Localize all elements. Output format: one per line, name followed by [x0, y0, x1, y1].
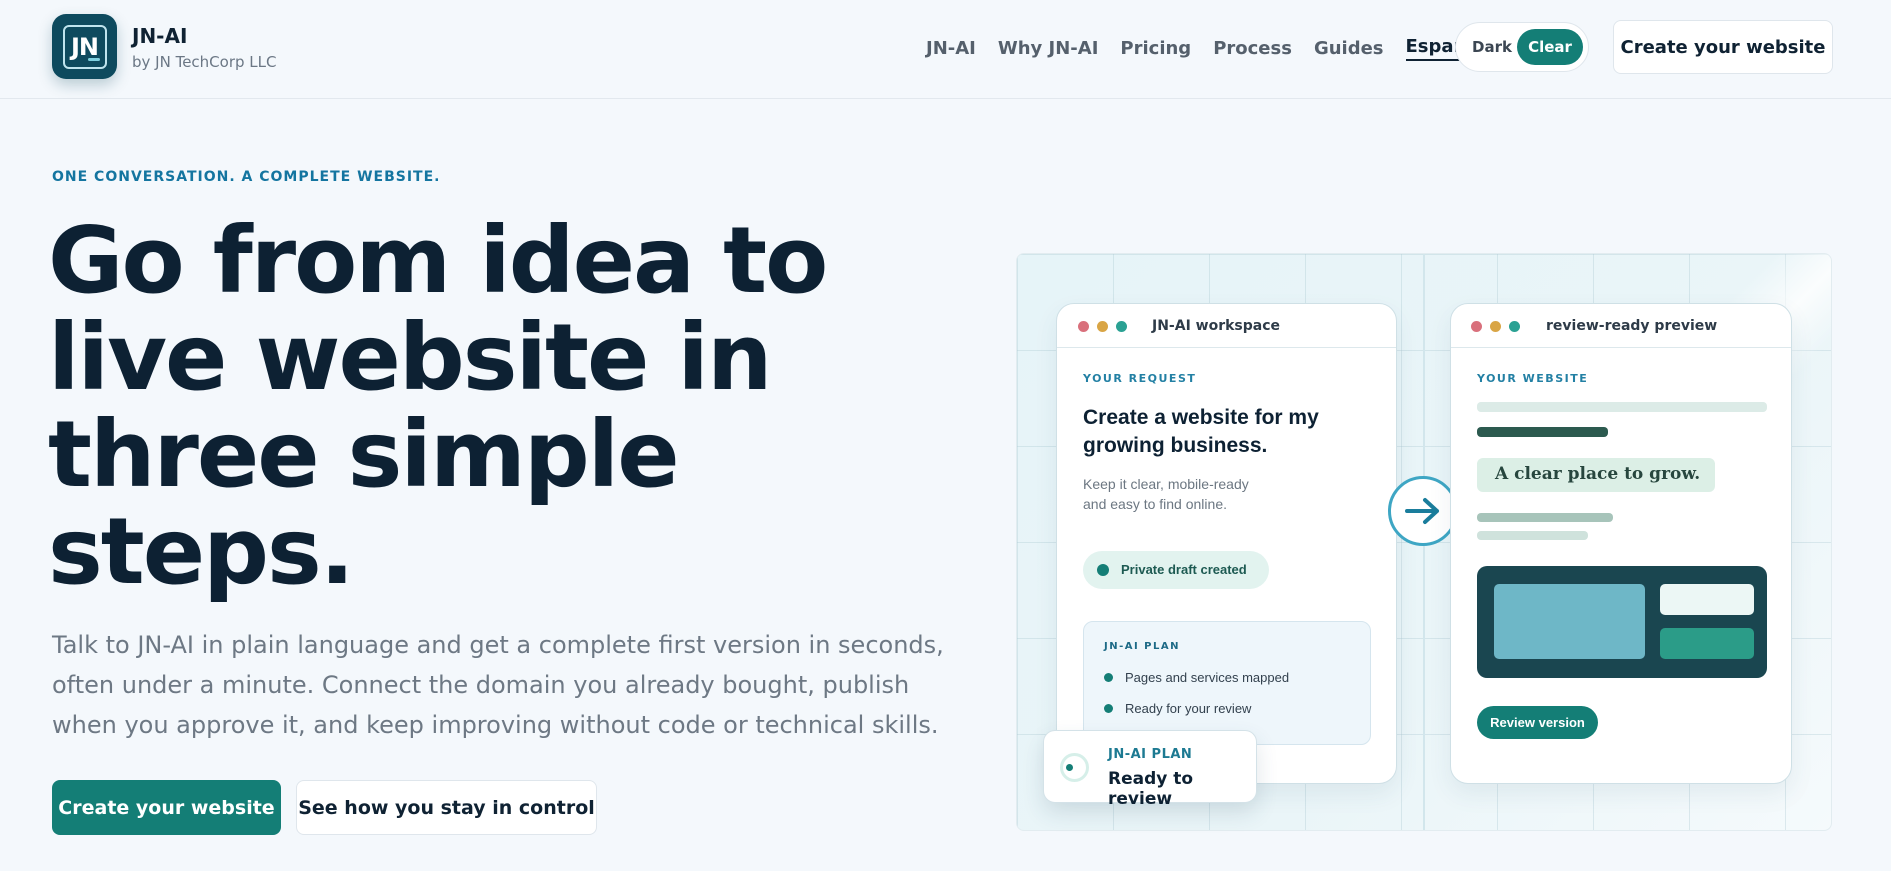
preview-line [1477, 531, 1588, 540]
brand-name[interactable]: JN-AI [132, 24, 187, 48]
site-header: JN JN-AI by JN TechCorp LLC JN-AI Why JN… [0, 0, 1891, 99]
theme-option-dark[interactable]: Dark [1472, 38, 1512, 56]
hero-eyebrow: ONE CONVERSATION. A COMPLETE WEBSITE. [52, 169, 441, 185]
plan-item-text: Ready for your review [1125, 701, 1252, 716]
workspace-title: JN-AI workspace [1152, 318, 1281, 334]
workspace-panel: JN-AI workspace YOUR REQUEST Create a we… [1056, 303, 1397, 784]
hero-headline: Go from idea to live website in three si… [48, 207, 828, 605]
workspace-titlebar: JN-AI workspace [1057, 304, 1396, 348]
preview-line [1477, 513, 1613, 522]
preview-title: review-ready preview [1546, 318, 1718, 334]
plan-bullet [1104, 704, 1113, 713]
logo[interactable]: JN [52, 14, 117, 79]
hero-subtext: Talk to JN-AI in plain language and get … [52, 631, 944, 739]
website-eyebrow: YOUR WEBSITE [1477, 372, 1589, 385]
plan-item-text: Pages and services mapped [1125, 670, 1290, 685]
preview-hero-block [1477, 566, 1767, 678]
preview-tagline: A clear place to grow. [1495, 464, 1701, 484]
arrow-right-icon [1388, 476, 1458, 546]
preview-image [1494, 584, 1645, 659]
request-heading: Create a website for my growing business… [1083, 406, 1319, 457]
request-eyebrow: YOUR REQUEST [1083, 372, 1197, 385]
window-dot-amber [1097, 321, 1108, 332]
window-dot-teal [1116, 321, 1127, 332]
progress-ring-icon [1060, 753, 1089, 782]
window-dot-red [1078, 321, 1089, 332]
plan-box: JN-AI PLAN Pages and services mapped Rea… [1083, 621, 1371, 745]
nav-link-jn-ai[interactable]: JN-AI [926, 38, 976, 59]
logo-mark: JN [62, 24, 107, 69]
theme-option-clear[interactable]: Clear [1517, 29, 1583, 65]
plan-item: Pages and services mapped [1104, 670, 1289, 685]
draft-status-pill: Private draft created [1083, 551, 1269, 589]
plan-bullet [1104, 673, 1113, 682]
preview-tagline-box: A clear place to grow. [1477, 458, 1715, 492]
request-description: Keep it clear, mobile-ready and easy to … [1083, 476, 1249, 512]
create-website-button[interactable]: Create your website [52, 780, 281, 835]
preview-line [1477, 402, 1767, 412]
draft-status-dot [1097, 564, 1109, 576]
preview-panel: review-ready preview YOUR WEBSITE A clea… [1450, 303, 1792, 784]
header-create-website-button[interactable]: Create your website [1613, 20, 1833, 74]
preview-line [1477, 427, 1608, 437]
nav-link-guides[interactable]: Guides [1314, 38, 1384, 59]
nav-link-process[interactable]: Process [1213, 38, 1292, 59]
window-dot-amber [1490, 321, 1501, 332]
preview-card-teal [1660, 628, 1754, 659]
nav-link-why-jn-ai[interactable]: Why JN-AI [998, 38, 1099, 59]
arrow-right-glyph [1405, 498, 1439, 524]
plan-status-eyebrow: JN-AI PLAN [1108, 747, 1193, 762]
main-nav: JN-AI Why JN-AI Pricing Process Guides E… [926, 36, 1485, 61]
window-dot-teal [1509, 321, 1520, 332]
see-how-control-button[interactable]: See how you stay in control [296, 780, 597, 835]
brand-subtitle: by JN TechCorp LLC [132, 53, 277, 71]
window-dot-red [1471, 321, 1482, 332]
plan-status-text: Ready to review [1108, 769, 1194, 809]
plan-status-card: JN-AI PLAN Ready to review [1043, 730, 1257, 809]
review-version-button[interactable]: Review version [1477, 706, 1598, 739]
theme-toggle[interactable]: Dark Clear [1455, 22, 1589, 72]
plan-title: JN-AI PLAN [1104, 641, 1180, 652]
preview-titlebar: review-ready preview [1451, 304, 1791, 348]
plan-item: Ready for your review [1104, 701, 1251, 716]
draft-status-text: Private draft created [1121, 562, 1247, 577]
preview-card-light [1660, 584, 1754, 615]
nav-link-pricing[interactable]: Pricing [1120, 38, 1191, 59]
